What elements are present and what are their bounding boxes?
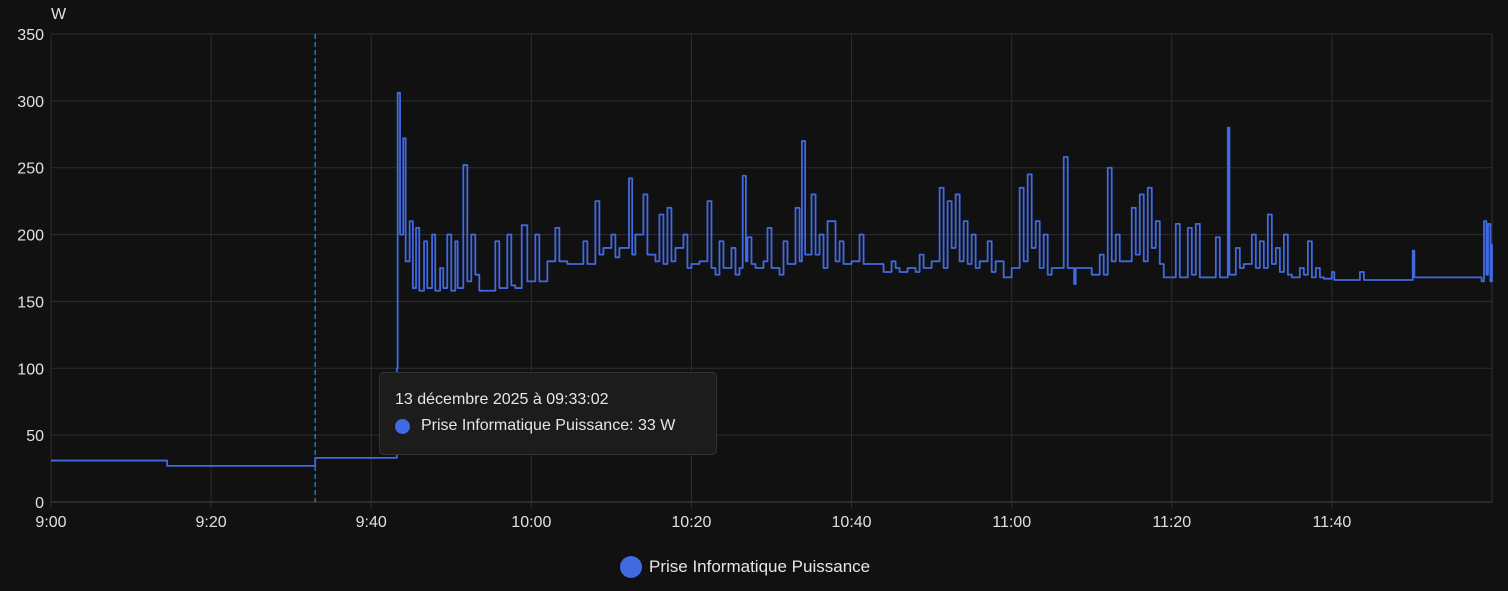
y-tick-label: 200 (17, 228, 44, 245)
x-tick-label: 9:20 (196, 514, 227, 531)
y-tick-label: 300 (17, 94, 44, 111)
x-tick-label: 11:00 (992, 514, 1031, 531)
y-tick-label: 150 (17, 294, 44, 311)
x-tick-label: 9:00 (35, 514, 66, 531)
legend-label: Prise Informatique Puissance (649, 557, 871, 576)
x-tick-label: 11:20 (1152, 514, 1191, 531)
x-tick-label: 9:40 (356, 514, 387, 531)
y-tick-label: 50 (26, 428, 44, 445)
x-tick-label: 10:40 (832, 514, 872, 531)
y-tick-label: 0 (35, 495, 44, 512)
chart-tooltip: 13 décembre 2025 à 09:33:02 Prise Inform… (379, 372, 717, 455)
y-tick-label: 250 (17, 161, 44, 178)
legend-dot-icon (620, 556, 642, 578)
power-chart[interactable]: 0 50 100 150 200 250 300 350 9:00 9:20 9:40 10:00 10… (0, 0, 1508, 591)
series-line-prise-informatique-puissance (51, 91, 1493, 467)
x-tick-label: 11:40 (1312, 514, 1351, 531)
y-tick-label: 350 (17, 27, 44, 44)
x-tick-label: 10:20 (671, 514, 711, 531)
y-tick-label: 100 (17, 361, 44, 378)
x-tick-label: 10:00 (511, 514, 551, 531)
series-color-dot-icon (395, 418, 410, 434)
tooltip-value: Prise Informatique Puissance: 33 W (421, 417, 676, 434)
tooltip-title: 13 décembre 2025 à 09:33:02 (395, 391, 609, 408)
legend-item-prise-informatique[interactable]: Prise Informatique Puissance (620, 556, 870, 578)
